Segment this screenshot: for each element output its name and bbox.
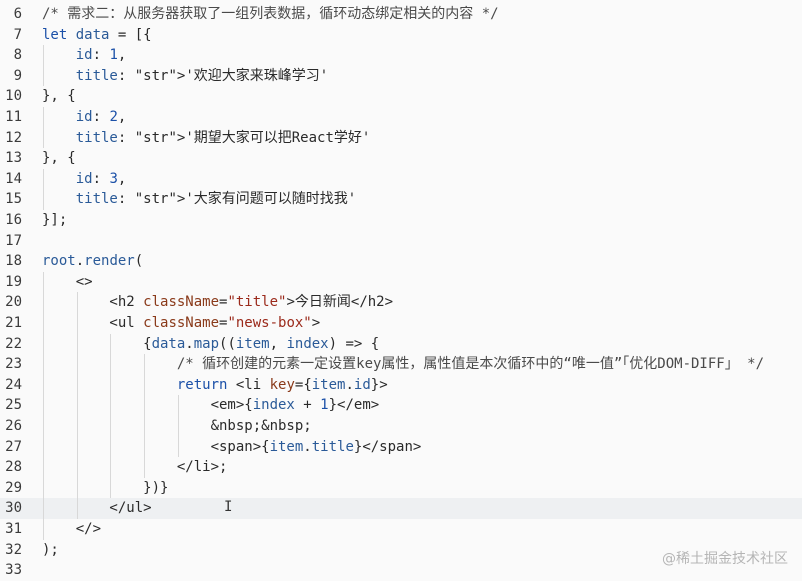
code-text: <span>{item.title}</span> (42, 438, 422, 455)
code-line[interactable]: 14 id: 3, (0, 168, 802, 190)
line-number: 19 (5, 273, 22, 290)
code-text: id: 2, (75, 109, 127, 125)
line-number: 10 (5, 88, 22, 105)
code-text: </ul> (42, 500, 152, 517)
code-line[interactable]: 18 root.render( (0, 251, 802, 272)
line-number: 18 (5, 253, 22, 270)
code-line[interactable]: 13 }, { (0, 148, 802, 169)
line-number: 12 (5, 129, 22, 146)
line-number: 14 (5, 170, 22, 187)
code-text: title: "str">'欢迎大家来珠峰学习' (75, 67, 329, 84)
code-text: ); (42, 541, 59, 558)
line-number: 32 (5, 541, 22, 558)
code-text: <h2 className="title">今日新闻</h2> (42, 294, 394, 311)
line-number: 16 (5, 212, 22, 228)
code-line[interactable]: 9 title: "str">'欢迎大家来珠峰学习' (0, 65, 802, 87)
code-line[interactable]: 29 })} (0, 477, 802, 499)
line-number: 25 (5, 397, 22, 414)
line-number: 9 (13, 67, 22, 84)
code-line[interactable]: 31 </> (0, 519, 802, 540)
code-text: }]; (42, 212, 68, 228)
code-line[interactable]: 17 (0, 231, 802, 252)
code-text: }, { (42, 88, 76, 105)
code-line[interactable]: 20 <h2 className="title">今日新闻</h2> (0, 292, 802, 313)
line-number: 27 (5, 438, 22, 455)
code-text: })} (42, 479, 169, 496)
line-number: 30 (5, 500, 22, 517)
code-line[interactable]: 21 <ul className="news-box"> (0, 313, 802, 334)
line-number: 7 (13, 26, 22, 43)
code-text: </li>; (42, 459, 228, 476)
line-number: 17 (5, 232, 22, 249)
line-number: 26 (5, 418, 22, 434)
code-text: root.render( (42, 253, 144, 270)
code-line[interactable]: 28 </li>; (0, 457, 802, 478)
code-text: return <li key={item.id}> (176, 376, 388, 393)
code-line[interactable]: 16}]; (0, 210, 802, 231)
code-line[interactable]: 24 return <li key={item.id}> (0, 374, 802, 396)
code-line[interactable]: 15 title: "str">'大家有问题可以随时找我' (0, 189, 802, 210)
code-text: /* 循环创建的元素一定设置key属性，属性值是本次循环中的“唯一值”「优化DO… (42, 356, 765, 373)
line-number: 29 (5, 479, 22, 496)
line-number: 13 (5, 150, 22, 167)
code-line[interactable]: 12 title: "str">'期望大家可以把React学好' (0, 127, 802, 149)
code-line[interactable]: 19 <> (0, 271, 802, 293)
code-text: <em>{index + 1}</em> (42, 397, 380, 414)
code-line[interactable]: 22 {data.map((item, index) => { (0, 333, 802, 355)
line-number: 6 (13, 6, 22, 22)
code-editor[interactable]: 6 /* 需求二：从服务器获取了一组列表数据，循环动态绑定相关的内容 */ 7 let… (0, 0, 802, 578)
code-text: }, { (42, 150, 76, 167)
line-number: 20 (5, 294, 22, 311)
code-line[interactable]: 8 id: 1, (0, 45, 802, 66)
code-text: <ul className="news-box"> (42, 315, 321, 331)
code-line[interactable]: 30 </ul> (0, 498, 802, 519)
line-number: 8 (13, 47, 22, 64)
line-number: 31 (5, 521, 22, 537)
line-number: 24 (5, 376, 22, 393)
line-number: 22 (5, 335, 22, 352)
line-number: 23 (5, 356, 22, 373)
code-text: title: "str">'大家有问题可以随时找我' (75, 191, 357, 208)
code-line[interactable]: 11 id: 2, (0, 107, 802, 128)
code-line[interactable]: 10 }, { (0, 86, 802, 107)
code-text: {data.map((item, index) => { (42, 335, 380, 352)
code-line[interactable]: 27 <span>{item.title}</span> (0, 436, 802, 458)
line-number: 33 (5, 562, 22, 579)
code-text: /* 需求二：从服务器获取了一组列表数据，循环动态绑定相关的内容 */ (42, 6, 499, 22)
code-text: title: "str">'期望大家可以把React学好' (75, 129, 371, 146)
line-number: 15 (5, 191, 22, 208)
text-cursor: I (224, 499, 233, 515)
code-text: </> (42, 521, 102, 537)
code-text: id: 3, (75, 170, 127, 187)
code-line[interactable]: 6 /* 需求二：从服务器获取了一组列表数据，循环动态绑定相关的内容 */ (0, 4, 802, 25)
code-text: &nbsp;&nbsp; (42, 418, 312, 434)
code-text: <> (42, 273, 93, 290)
code-text: let data = [{ (42, 26, 152, 43)
line-number: 28 (5, 459, 22, 476)
code-text: id: 1, (75, 47, 127, 64)
code-line[interactable]: 7 let data = [{ (0, 25, 802, 46)
code-line[interactable]: 25 <em>{index + 1}</em> (0, 395, 802, 416)
code-line[interactable]: 23 /* 循环创建的元素一定设置key属性，属性值是本次循环中的“唯一值”「优… (0, 354, 802, 375)
watermark: @稀土掘金技术社区 (662, 551, 788, 567)
line-number: 11 (5, 109, 22, 125)
line-number: 21 (5, 315, 22, 331)
code-line[interactable]: 26 &nbsp;&nbsp; (0, 416, 802, 437)
